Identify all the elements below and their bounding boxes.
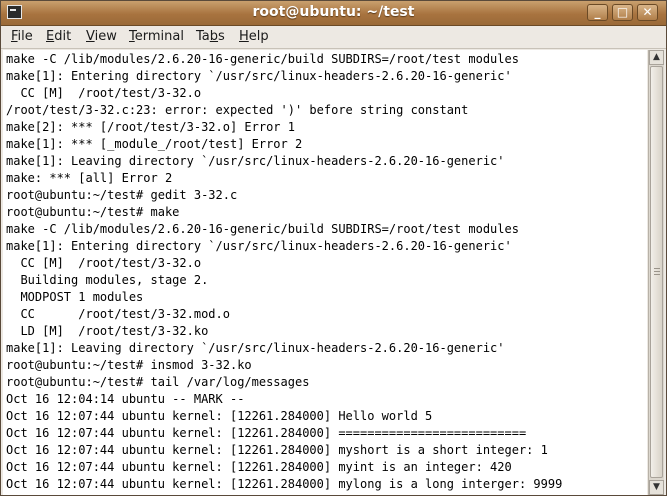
maximize-icon: □ <box>616 5 629 19</box>
terminal-line: MODPOST 1 modules <box>6 290 144 304</box>
close-button[interactable]: ✕ <box>637 4 658 21</box>
scroll-down-button[interactable]: ▼ <box>649 480 664 495</box>
terminal-line: CC [M] /root/test/3-32.o <box>6 256 202 270</box>
terminal-line: CC /root/test/3-32.mod.o <box>6 307 230 321</box>
scroll-up-button[interactable]: ▲ <box>649 50 664 65</box>
menu-tabs[interactable]: Tabs <box>196 29 225 44</box>
arrow-down-icon: ▼ <box>653 482 660 492</box>
arrow-up-icon: ▲ <box>653 52 660 62</box>
terminal-line: make[1]: Entering directory `/usr/src/li… <box>6 239 512 253</box>
terminal-line: make -C /lib/modules/2.6.20-16-generic/b… <box>6 52 519 66</box>
terminal-line: root@ubuntu:~/test# tail /var/log/messag… <box>6 375 310 389</box>
menu-terminal[interactable]: Terminal <box>129 29 184 44</box>
terminal-line: root@ubuntu:~/test# insmod 3-32.ko <box>6 358 252 372</box>
terminal-line: root@ubuntu:~/test# make <box>6 205 180 219</box>
terminal-line: /root/test/3-32.c:23: error: expected ')… <box>6 103 469 117</box>
terminal-line: Building modules, stage 2. <box>6 273 209 287</box>
terminal-line: make[2]: *** [/root/test/3-32.o] Error 1 <box>6 120 295 134</box>
menu-file[interactable]: File <box>11 29 33 44</box>
scroll-thumb[interactable] <box>650 66 663 478</box>
terminal-line: CC [M] /root/test/3-32.o <box>6 86 202 100</box>
terminal-line: Oct 16 12:07:44 ubuntu kernel: [12261.28… <box>6 426 527 440</box>
thumb-grip <box>654 274 660 275</box>
minimize-button[interactable]: _ <box>587 4 608 21</box>
menu-bar: File Edit View Terminal Tabs Help <box>1 26 666 49</box>
terminal-line: Oct 16 12:07:44 ubuntu kernel: [12261.28… <box>6 477 563 491</box>
terminal-line: Oct 16 12:04:14 ubuntu -- MARK -- <box>6 392 245 406</box>
terminal-line: root@ubuntu:~/test# gedit 3-32.c <box>6 188 238 202</box>
terminal-window: root@ubuntu: ~/test _ □ ✕ File Edit View… <box>0 0 667 496</box>
menu-help[interactable]: Help <box>239 29 269 44</box>
menu-view[interactable]: View <box>86 29 117 44</box>
terminal-line: LD [M] /root/test/3-32.ko <box>6 324 209 338</box>
terminal-line: make[1]: Leaving directory `/usr/src/lin… <box>6 341 505 355</box>
title-bar[interactable]: root@ubuntu: ~/test _ □ ✕ <box>1 1 666 26</box>
terminal-line: make[1]: Leaving directory `/usr/src/lin… <box>6 154 505 168</box>
terminal-line: Oct 16 12:07:44 ubuntu kernel: [12261.28… <box>6 409 433 423</box>
menu-edit[interactable]: Edit <box>46 29 71 44</box>
terminal-line: make[1]: *** [_module_/root/test] Error … <box>6 137 303 151</box>
maximize-button[interactable]: □ <box>612 4 633 21</box>
terminal-line: Oct 16 12:07:44 ubuntu kernel: [12261.28… <box>6 443 548 457</box>
terminal-line: make -C /lib/modules/2.6.20-16-generic/b… <box>6 222 519 236</box>
terminal-line: Oct 16 12:07:44 ubuntu kernel: [12261.28… <box>6 460 512 474</box>
close-icon: ✕ <box>642 5 653 19</box>
terminal-output[interactable]: make -C /lib/modules/2.6.20-16-generic/b… <box>3 50 647 495</box>
terminal-line: make[1]: Entering directory `/usr/src/li… <box>6 69 512 83</box>
thumb-grip <box>654 268 660 269</box>
minimize-icon: _ <box>594 5 601 19</box>
thumb-grip <box>654 271 660 272</box>
window-title: root@ubuntu: ~/test <box>252 4 415 20</box>
terminal-line: make: *** [all] Error 2 <box>6 171 173 185</box>
vertical-scrollbar[interactable]: ▲ ▼ <box>648 50 664 495</box>
